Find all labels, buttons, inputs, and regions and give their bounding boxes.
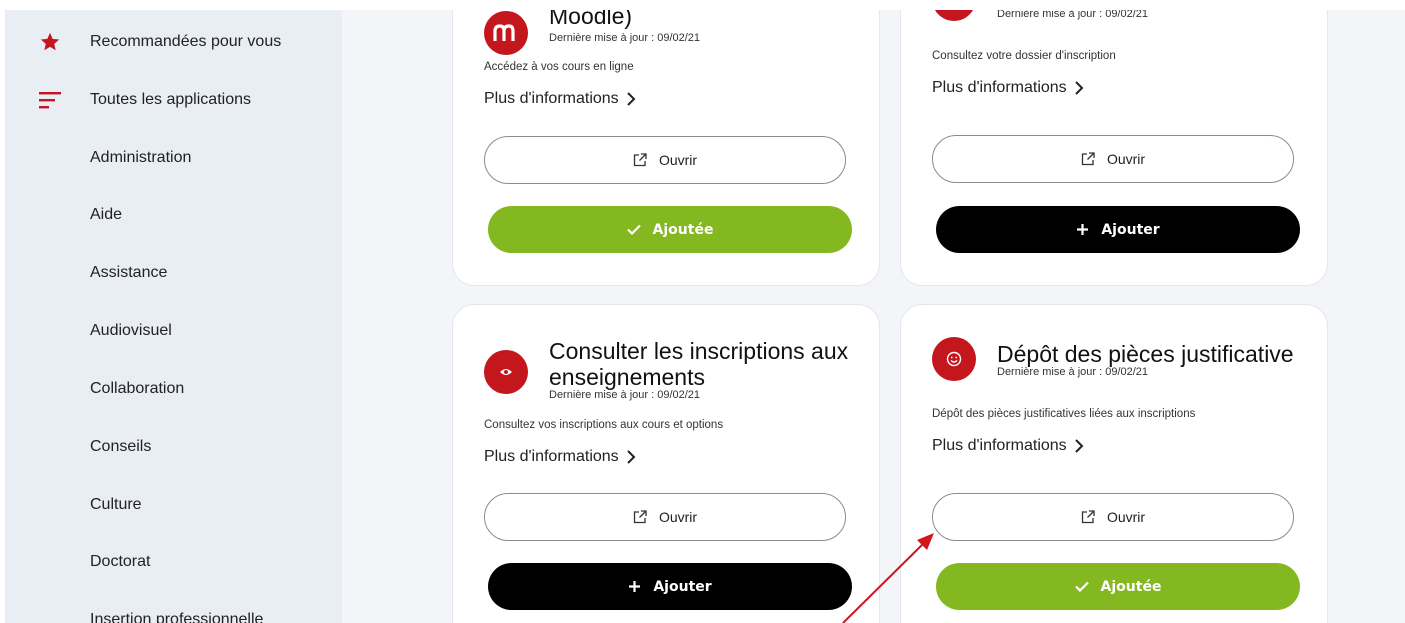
add-label: Ajouter [1101,221,1160,238]
sidebar-item-conseils[interactable]: Conseils [5,427,342,467]
sidebar-item-label: Culture [90,496,142,513]
chevron-right-icon [1074,81,1084,95]
open-button[interactable]: Ouvrir [484,136,846,184]
add-label: Ajouter [653,578,712,595]
chevron-right-icon [626,92,636,106]
external-link-icon [633,153,647,167]
added-label: Ajoutée [1100,578,1162,595]
add-button[interactable]: Ajouter [936,206,1300,253]
chevron-right-icon [1074,439,1084,453]
card-updated: Dernière mise à jour : 09/02/21 [549,32,701,44]
added-label: Ajoutée [652,221,714,238]
check-icon [626,224,641,235]
smiley-icon [932,337,976,381]
sidebar-item-label: Administration [90,149,192,166]
open-label: Ouvrir [1106,151,1146,167]
sidebar-item-label: Audiovisuel [90,322,172,339]
sidebar-item-administration[interactable]: Administration [5,138,342,178]
open-label: Ouvrir [1106,509,1146,525]
card-description: Consultez vos inscriptions aux cours et … [484,419,724,431]
sidebar-item-label: Conseils [90,438,152,455]
more-info-label: Plus d'informations [484,448,619,465]
moodle-logo-icon [484,11,528,55]
sidebar-item-label: Insertion professionnelle [90,611,264,623]
card-title: Moodle) [549,10,633,29]
added-button[interactable]: Ajoutée [488,206,852,253]
chevron-right-icon [626,450,636,464]
sidebar-item-label: Toutes les applications [90,91,251,108]
plus-icon [628,580,641,593]
card-updated: Dernière mise à jour : 09/02/21 [997,366,1149,378]
list-filter-icon [39,89,61,111]
sidebar-item-collaboration[interactable]: Collaboration [5,369,342,409]
more-info-link[interactable]: Plus d'informations [932,79,1084,97]
card-updated: Dernière mise à jour : 09/02/21 [549,389,701,401]
more-info-link[interactable]: Plus d'informations [484,448,636,466]
card-description: Consultez votre dossier d'inscription [932,50,1116,62]
open-button[interactable]: Ouvrir [932,493,1294,541]
open-button[interactable]: Ouvrir [484,493,846,541]
sidebar: Recommandées pour vous Toutes les applic… [5,10,342,623]
sidebar-item-recommended[interactable]: Recommandées pour vous [5,22,342,62]
external-link-icon [633,510,647,524]
sidebar-item-doctorat[interactable]: Doctorat [5,542,342,582]
sidebar-item-label: Doctorat [90,553,151,570]
app-card: Consulter les inscriptions aux enseignem… [452,304,880,623]
more-info-label: Plus d'informations [484,90,619,107]
app-card: Dépôt des pièces justificative Dernière … [900,304,1328,623]
open-button[interactable]: Ouvrir [932,135,1294,183]
check-icon [1074,581,1089,592]
sidebar-item-label: Recommandées pour vous [90,33,282,50]
plus-icon [1076,223,1089,236]
more-info-link[interactable]: Plus d'informations [484,90,636,108]
external-link-icon [1081,510,1095,524]
sidebar-item-audiovisuel[interactable]: Audiovisuel [5,311,342,351]
open-label: Ouvrir [658,152,698,168]
added-button[interactable]: Ajoutée [936,563,1300,610]
star-icon [39,31,61,53]
app-card: Moodle) Dernière mise à jour : 09/02/21 … [452,10,880,286]
card-updated: Dernière mise à jour : 09/02/21 [997,10,1149,20]
external-link-icon [1081,152,1095,166]
open-label: Ouvrir [658,509,698,525]
more-info-link[interactable]: Plus d'informations [932,437,1084,455]
more-info-label: Plus d'informations [932,437,1067,454]
card-title: Dépôt des pièces justificative [997,341,1294,367]
card-description: Dépôt des pièces justificatives liées au… [932,408,1196,420]
app-grid: Moodle) Dernière mise à jour : 09/02/21 … [342,10,1405,623]
card-description: Accédez à vos cours en ligne [484,61,634,73]
sidebar-item-label: Collaboration [90,380,185,397]
card-title-line-2: enseignements [549,364,705,390]
app-card: Dernière mise à jour : 09/02/21 Consulte… [900,10,1328,286]
sidebar-item-label: Assistance [90,264,168,281]
sidebar-item-all-apps[interactable]: Toutes les applications [5,80,342,120]
sidebar-item-insertion[interactable]: Insertion professionnelle [5,600,342,623]
card-title: Consulter les inscriptions aux [549,338,849,364]
eye-icon [484,350,528,394]
sidebar-item-assistance[interactable]: Assistance [5,253,342,293]
more-info-label: Plus d'informations [932,79,1067,96]
app-icon [932,10,976,21]
sidebar-item-culture[interactable]: Culture [5,485,342,525]
add-button[interactable]: Ajouter [488,563,852,610]
sidebar-item-label: Aide [90,206,123,223]
sidebar-item-aide[interactable]: Aide [5,195,342,235]
